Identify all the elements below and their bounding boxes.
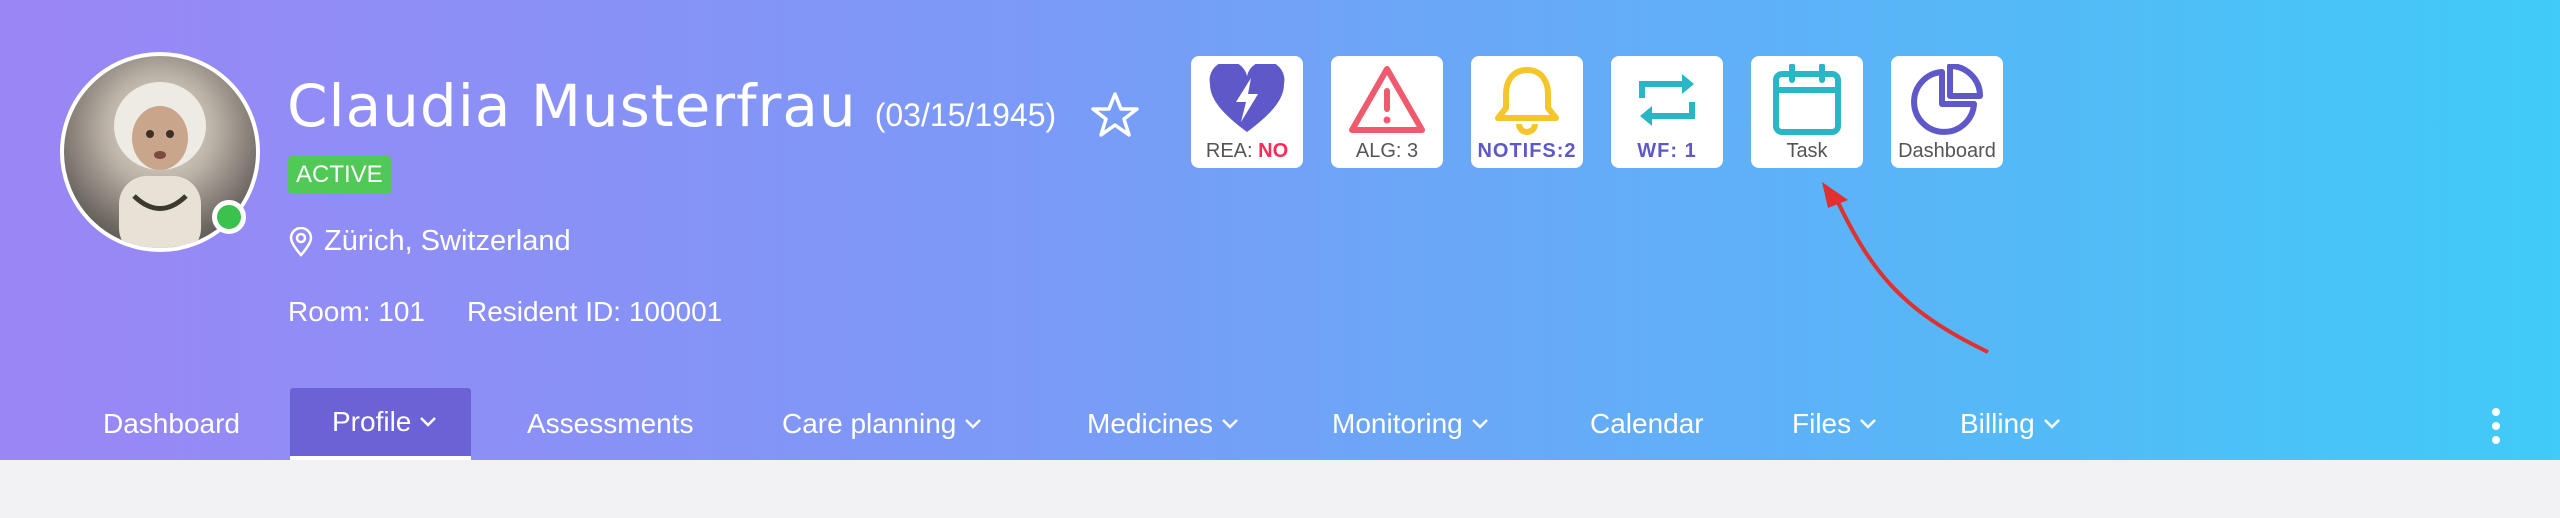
rea-tile[interactable]: REA: NO <box>1191 56 1303 168</box>
nav-label: Dashboard <box>103 408 240 439</box>
nav-item-calendar[interactable]: Calendar <box>1590 388 1704 460</box>
nav-item-dashboard[interactable]: Dashboard <box>103 388 240 460</box>
chevron-down-icon <box>2043 419 2060 429</box>
nav-item-assessments[interactable]: Assessments <box>527 388 694 460</box>
nav-label: Billing <box>1960 408 2035 439</box>
rea-label: REA: NO <box>1206 140 1288 163</box>
notifications-tile[interactable]: NOTIFS:2 <box>1471 56 1583 168</box>
room-number: Room: 101 <box>288 296 425 327</box>
room-info: Room: 101 Resident ID: 100001 <box>288 296 722 328</box>
patient-header: Claudia Musterfrau (03/15/1945) ACTIVE Z… <box>0 0 2560 460</box>
task-label: Task <box>1786 140 1828 162</box>
more-options-icon[interactable] <box>2484 406 2508 446</box>
workflow-tile[interactable]: WF: 1 <box>1611 56 1723 168</box>
quick-action-tiles: REA: NO ALG: 3 NOTIFS:2 WF: 1 Task Dashb… <box>1191 56 2003 168</box>
notifications-label: NOTIFS:2 <box>1477 140 1577 162</box>
nav-item-profile[interactable]: Profile <box>290 388 472 460</box>
nav-label: Profile <box>332 406 412 437</box>
pie-chart-icon <box>1911 64 1983 135</box>
nav-label: Medicines <box>1087 408 1214 439</box>
nav-item-medicines[interactable]: Medicines <box>1087 388 1239 460</box>
alg-tile[interactable]: ALG: 3 <box>1331 56 1443 168</box>
patient-dob: (03/15/1945) <box>874 97 1057 133</box>
workflow-label: WF: 1 <box>1637 140 1697 162</box>
nav-label: Monitoring <box>1332 408 1463 439</box>
rea-label-text: REA: <box>1205 140 1259 162</box>
dashboard-label: Dashboard <box>1898 140 1996 162</box>
nav-item-monitoring[interactable]: Monitoring <box>1332 388 1489 460</box>
online-status-dot <box>212 200 246 234</box>
alg-label: ALG: 3 <box>1355 140 1419 162</box>
patient-name: Claudia Musterfrau <box>287 72 857 140</box>
location-text: Zürich, Switzerland <box>324 225 571 257</box>
bell-icon <box>1495 67 1559 135</box>
resident-id: Resident ID: 100001 <box>466 296 723 327</box>
nav-item-billing[interactable]: Billing <box>1960 388 2061 460</box>
location-pin-icon <box>289 226 313 257</box>
favorite-star-icon[interactable] <box>1090 90 1140 140</box>
chevron-down-icon <box>1222 419 1238 429</box>
chevron-down-icon <box>965 419 982 429</box>
chevron-down-icon <box>1860 419 1877 429</box>
nav-item-files[interactable]: Files <box>1792 388 1877 460</box>
main-nav: Dashboard Profile Assessments Care plann… <box>0 388 2560 460</box>
status-badge: ACTIVE <box>288 156 391 194</box>
chevron-down-icon <box>1471 419 1488 429</box>
nav-label: Assessments <box>527 408 694 439</box>
heart-bolt-icon <box>1209 64 1285 132</box>
nav-label: Care planning <box>782 408 957 439</box>
chevron-down-icon <box>420 417 437 427</box>
nav-label: Files <box>1792 408 1852 439</box>
rea-value: NO <box>1258 140 1289 162</box>
patient-name-row: Claudia Musterfrau (03/15/1945) <box>287 72 1056 140</box>
warning-triangle-icon <box>1349 66 1425 133</box>
annotation-arrow <box>1822 182 1989 354</box>
content-area <box>0 460 2560 518</box>
calendar-icon <box>1773 64 1841 135</box>
task-tile[interactable]: Task <box>1751 56 1863 168</box>
nav-label: Calendar <box>1590 408 1704 439</box>
repeat-arrows-icon <box>1639 74 1695 126</box>
patient-location: Zürich, Switzerland <box>288 225 571 258</box>
dashboard-tile[interactable]: Dashboard <box>1891 56 2003 168</box>
nav-item-care-planning[interactable]: Care planning <box>782 388 982 460</box>
